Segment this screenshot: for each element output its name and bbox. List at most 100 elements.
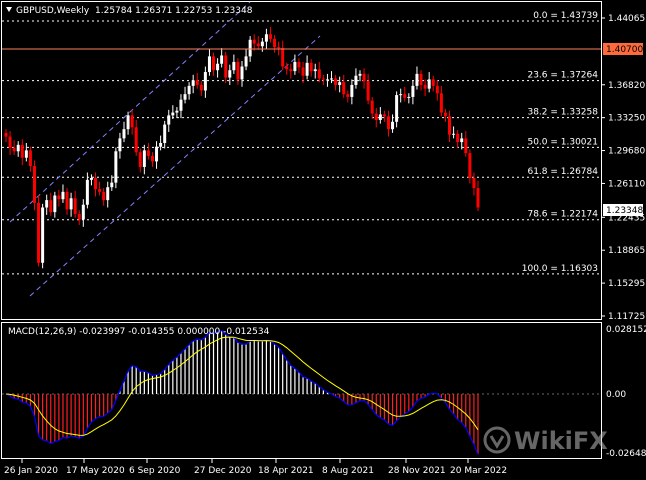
macd-tick-zero: 0.00	[606, 390, 626, 400]
price-tick-label: 1.26110	[608, 179, 645, 189]
candle-body	[228, 70, 232, 78]
candle-body	[325, 79, 329, 81]
candle-body	[98, 189, 102, 192]
candle-body	[16, 144, 20, 152]
candle-body	[138, 152, 142, 167]
candle-body	[321, 78, 325, 80]
time-tick-label: 8 Aug 2021	[322, 466, 374, 476]
time-tick-label: 20 Mar 2022	[450, 466, 507, 476]
candle-body	[175, 110, 179, 113]
candle-body	[366, 81, 370, 101]
candle-body	[411, 85, 415, 97]
candle-body	[431, 79, 435, 86]
candle-body	[65, 191, 69, 210]
candle-body	[443, 112, 447, 117]
candle-body	[118, 138, 122, 152]
candle-body	[212, 56, 216, 71]
candle-body	[207, 56, 211, 73]
candle-body	[53, 195, 57, 213]
candle-body	[167, 115, 171, 125]
fibo-level-label: 0.0 = 1.43739	[533, 11, 598, 21]
candle-body	[289, 69, 293, 72]
candle-body	[94, 178, 98, 190]
candle-body	[277, 47, 281, 49]
candle-body	[4, 132, 8, 137]
candle-body	[342, 82, 346, 95]
candle-body	[346, 94, 350, 97]
time-tick-label: 27 Dec 2020	[194, 466, 252, 476]
candle-body	[378, 114, 382, 120]
candle-body	[199, 84, 203, 91]
candle-body	[452, 133, 456, 135]
fibo-level-label: 78.6 = 1.22174	[527, 210, 598, 220]
candle-body	[374, 113, 378, 120]
candle-body	[273, 38, 277, 48]
candle-body	[456, 133, 460, 143]
trading-chart[interactable]: 0.0 = 1.43739 23.6 = 1.37264 38.2 = 1.3325…	[0, 0, 646, 480]
candle-body	[187, 85, 191, 95]
candle-body	[407, 96, 411, 98]
price-tick-label: 1.11725	[608, 312, 645, 322]
candle-body	[435, 85, 439, 94]
candle-body	[114, 151, 118, 183]
fibo-level-label: 38.2 = 1.33258	[527, 108, 598, 118]
candle-body	[305, 62, 309, 76]
candle-body	[61, 191, 65, 200]
time-tick-label: 26 Jan 2020	[4, 466, 58, 476]
candle-body	[32, 166, 36, 203]
time-tick-label: 17 May 2020	[66, 466, 125, 476]
candle-body	[468, 153, 472, 179]
candle-body	[395, 95, 399, 122]
macd-panel-frame	[1, 322, 602, 459]
candle-body	[472, 178, 476, 189]
candle-body	[268, 34, 272, 39]
candle-body	[313, 69, 317, 72]
macd-label: MACD(12,26,9) -0.023997 -0.014355 0.0000…	[8, 327, 270, 337]
candle-body	[350, 84, 354, 97]
candle-body	[423, 84, 427, 89]
price-tick-label: 1.44065	[608, 14, 645, 24]
candle-body	[179, 99, 183, 111]
candle-body	[399, 94, 403, 96]
candle-body	[232, 61, 236, 71]
candle-body	[28, 150, 32, 167]
candle-body	[41, 207, 45, 263]
candle-body	[240, 66, 244, 80]
candle-body	[171, 112, 175, 116]
candle-body	[448, 116, 452, 135]
candle-body	[159, 142, 163, 147]
candle-body	[102, 191, 106, 201]
watermark-text: WikiFX	[514, 427, 608, 455]
time-tick-label: 28 Nov 2021	[388, 466, 446, 476]
candle-body	[8, 136, 12, 148]
candle-body	[216, 63, 220, 71]
candle-body	[126, 115, 130, 130]
candle-body	[264, 34, 268, 42]
candle-body	[244, 56, 248, 67]
hline-price-label: 1.40700	[606, 45, 643, 55]
price-axis: 1.440651.368201.332501.296801.261101.224…	[601, 14, 645, 322]
candle-body	[20, 144, 24, 158]
candle-body	[419, 73, 423, 85]
triangle-down-icon[interactable]	[6, 7, 12, 12]
candle-body	[37, 202, 41, 263]
candle-body	[89, 178, 93, 180]
candle-body	[150, 155, 154, 162]
candle-body	[281, 48, 285, 67]
channel-line	[9, 1, 251, 223]
fibonacci-levels[interactable]: 0.0 = 1.43739 23.6 = 1.37264 38.2 = 1.3325…	[2, 11, 601, 275]
candle-body	[309, 62, 313, 72]
candle-body	[134, 127, 138, 153]
macd-histogram	[9, 330, 479, 455]
candle-body	[370, 100, 374, 114]
candle-body	[427, 79, 431, 89]
fibo-level-label: 23.6 = 1.37264	[527, 71, 598, 81]
candle-body	[220, 55, 224, 64]
candle-body	[146, 150, 150, 156]
candle-body	[195, 80, 199, 85]
candle-body	[12, 147, 16, 152]
candle-body	[301, 67, 305, 76]
candle-body	[358, 73, 362, 76]
candle-body	[330, 78, 334, 80]
candle-body	[155, 146, 159, 162]
